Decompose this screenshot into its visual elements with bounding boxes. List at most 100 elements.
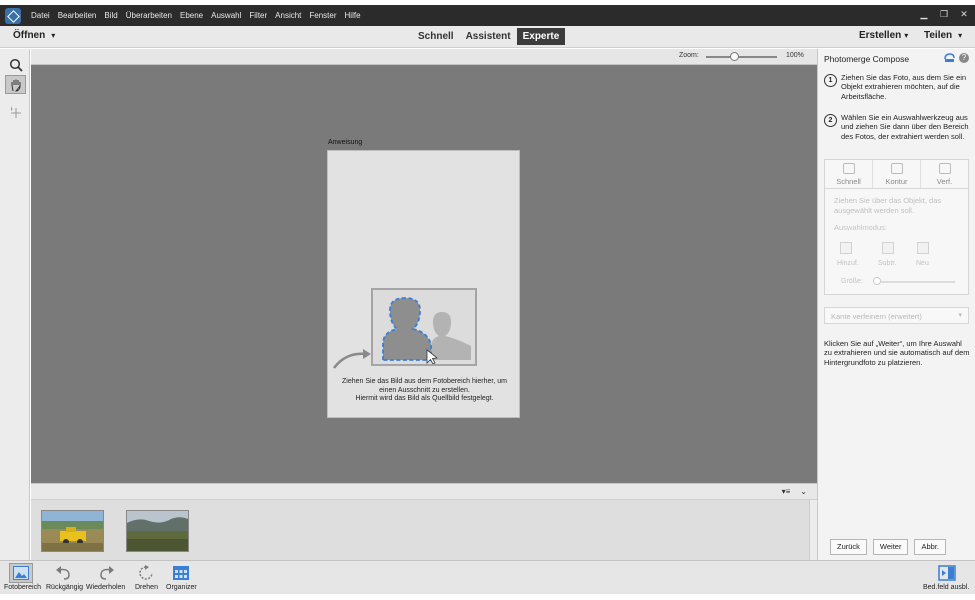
refine-edge-dropdown[interactable]: Kante verfeinern (erweitert) ▾	[824, 307, 969, 324]
refine-edge-label: Kante verfeinern (erweitert)	[831, 312, 922, 321]
step-2: 2 Wählen Sie ein Auswahlwerkzeug aus und…	[824, 113, 970, 141]
selection-tabs: Schnell Kontur Verf.	[825, 160, 968, 189]
bin-scrollbar[interactable]	[809, 500, 817, 560]
menu-auswahl[interactable]: Auswahl	[207, 5, 245, 26]
menu-bar: Datei Bearbeiten Bild Überarbeiten Ebene…	[0, 5, 975, 26]
step-2-text: Wählen Sie ein Auswahlwerkzeug aus und z…	[841, 113, 969, 141]
undo-icon[interactable]	[55, 565, 73, 581]
people-silhouette-icon	[382, 297, 471, 365]
menu-bearbeiten[interactable]: Bearbeiten	[54, 5, 101, 26]
close-icon[interactable]: ✕	[958, 7, 970, 21]
refine-brush-icon	[938, 163, 951, 174]
tab-assistent[interactable]: Assistent	[460, 28, 517, 45]
rotate-label: Drehen	[135, 584, 158, 591]
organizer-label: Organizer	[166, 584, 197, 591]
menu-bild[interactable]: Bild	[100, 5, 121, 26]
photo-field-vehicle	[42, 511, 103, 551]
redo-icon[interactable]	[97, 565, 115, 581]
instruction-line-3: Hiermit wird das Bild als Quellbild fest…	[355, 395, 494, 402]
next-button[interactable]: Weiter	[872, 539, 909, 555]
photo-bin-icon	[13, 566, 29, 580]
menu-datei[interactable]: Datei	[27, 5, 54, 26]
tab-schnell[interactable]: Schnell	[412, 28, 460, 45]
caret-down-icon: ▾	[958, 312, 962, 319]
mode-add-label: Hinzuf.	[837, 260, 859, 267]
thumbnail-1[interactable]	[41, 510, 104, 552]
step-2-number: 2	[824, 114, 837, 127]
menu-ueberarbeiten[interactable]: Überarbeiten	[122, 5, 176, 26]
photomerge-panel: Photomerge Compose ? 1 Ziehen Sie das Fo…	[817, 49, 975, 560]
step-1-text: Ziehen Sie das Foto, aus dem Sie ein Obj…	[841, 73, 967, 101]
document-label: Anweisung	[328, 139, 363, 146]
tab-quick-selection[interactable]: Schnell	[825, 160, 873, 188]
share-button[interactable]: Teilen ▾	[924, 30, 962, 41]
tab-refine[interactable]: Verf.	[921, 160, 968, 188]
tab-outline[interactable]: Kontur	[873, 160, 921, 188]
share-label: Teilen	[924, 30, 953, 41]
window-controls: ▁ ❐ ✕	[918, 7, 970, 21]
mode-new-label: Neu	[916, 260, 929, 267]
menu-filter[interactable]: Filter	[245, 5, 271, 26]
size-slider-track[interactable]	[875, 281, 955, 283]
create-button[interactable]: Erstellen ▾	[859, 30, 908, 41]
back-button[interactable]: Zurück	[830, 539, 867, 555]
zoom-tool[interactable]	[5, 55, 26, 74]
restore-icon[interactable]: ❐	[938, 7, 950, 21]
open-label: Öffnen	[13, 30, 46, 41]
app-logo-icon	[5, 7, 21, 24]
hand-icon	[11, 79, 20, 92]
photo-bin-toggle[interactable]	[9, 563, 33, 583]
selection-hint: Ziehen Sie über das Objekt, das ausgewäh…	[834, 196, 942, 215]
curved-arrow-icon	[333, 349, 371, 369]
organizer-icon[interactable]	[172, 565, 190, 581]
photo-bin-label: Fotobereich	[4, 584, 41, 591]
panel-icons: ?	[944, 53, 969, 63]
move-tool[interactable]	[5, 102, 26, 121]
step-1: 1 Ziehen Sie das Foto, aus dem Sie ein O…	[824, 73, 970, 101]
panel-title: Photomerge Compose	[824, 54, 910, 64]
chevron-down-icon[interactable]: ⌄	[800, 487, 807, 496]
minimize-icon[interactable]: ▁	[918, 7, 930, 21]
move-icon	[10, 105, 21, 118]
zoom-icon	[9, 58, 23, 72]
bin-controls: ▾≡ ⌄	[782, 487, 807, 496]
redo-label: Wiederholen	[86, 584, 126, 591]
zoom-slider-knob[interactable]	[730, 52, 739, 61]
tab-experte[interactable]: Experte	[516, 28, 566, 45]
size-slider-knob[interactable]	[873, 277, 881, 285]
undo-label: Rückgängig	[46, 584, 83, 591]
rotate-icon[interactable]	[137, 565, 155, 581]
zoom-label: Zoom:	[679, 52, 699, 59]
bin-options-icon[interactable]: ▾≡	[782, 487, 791, 496]
mode-tabs: Schnell Assistent Experte	[412, 28, 566, 45]
menu-ebene[interactable]: Ebene	[176, 5, 207, 26]
mode-add-button[interactable]	[840, 242, 852, 254]
mode-subtract-button[interactable]	[882, 242, 894, 254]
size-label: Größe:	[841, 278, 863, 285]
final-instruction: Klicken Sie auf „Weiter“, um Ihre Auswah…	[824, 339, 970, 367]
menu-ansicht[interactable]: Ansicht	[271, 5, 305, 26]
help-icon[interactable]: ?	[959, 53, 969, 63]
mode-bar: Öffnen ▾ Schnell Assistent Experte Erstel…	[0, 26, 975, 48]
zoom-slider-track[interactable]	[706, 56, 777, 58]
document-page[interactable]: Ziehen Sie das Bild aus dem Fotobereich …	[327, 150, 520, 418]
hide-panel-label: Bed.feld ausbl.	[923, 584, 970, 591]
menu-fenster[interactable]: Fenster	[305, 5, 340, 26]
photo-bin	[31, 500, 817, 560]
photo-landscape	[127, 511, 188, 551]
caret-down-icon: ▾	[958, 31, 963, 40]
reset-icon[interactable]	[944, 53, 955, 63]
canvas-area[interactable]: Zoom: 100% Anweisung Ziehen Sie das Bild…	[31, 49, 817, 483]
hand-tool[interactable]	[5, 75, 26, 94]
thumbnail-2[interactable]	[126, 510, 189, 552]
selection-tools-box: Schnell Kontur Verf. Ziehen Sie über das…	[824, 159, 969, 295]
open-button[interactable]: Öffnen ▾	[13, 30, 55, 41]
zoom-value: 100%	[786, 52, 804, 59]
step-1-number: 1	[824, 74, 837, 87]
mode-new-button[interactable]	[917, 242, 929, 254]
drop-target-illustration	[371, 288, 477, 366]
cancel-button[interactable]: Abbr.	[914, 539, 946, 555]
caret-down-icon: ▾	[51, 31, 56, 40]
menu-hilfe[interactable]: Hilfe	[341, 5, 365, 26]
panel-toggle-icon[interactable]	[938, 565, 956, 581]
